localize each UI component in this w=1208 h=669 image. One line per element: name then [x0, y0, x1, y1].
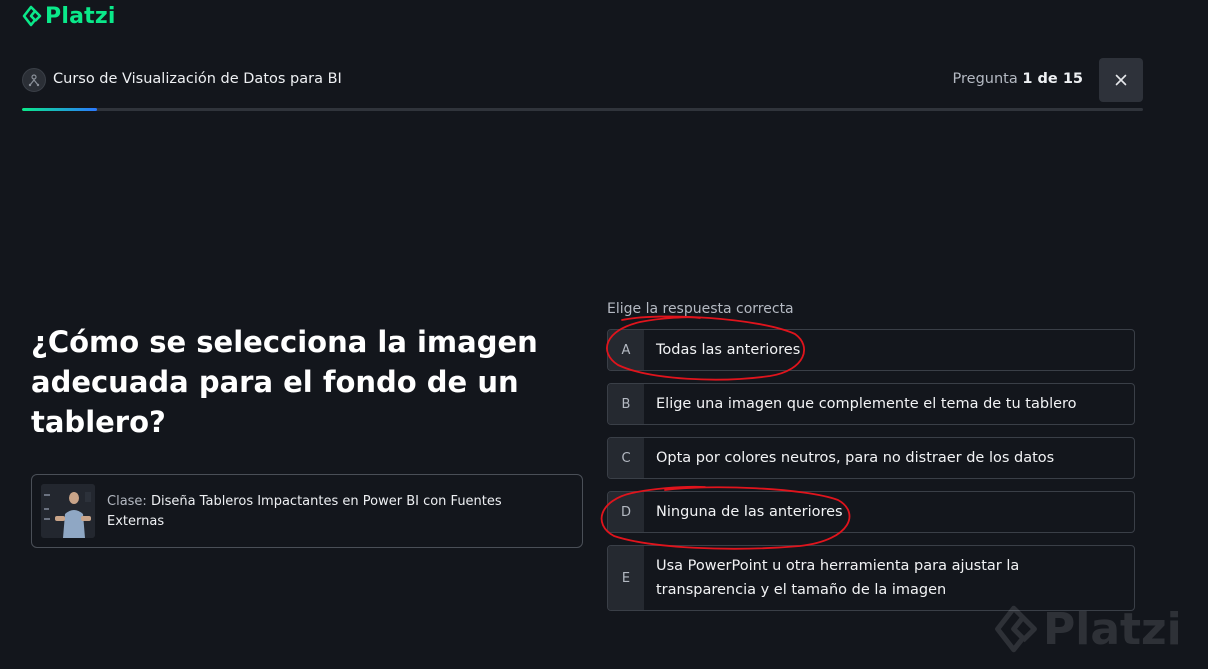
course-badge-icon: [22, 68, 46, 92]
platzi-logo-icon: [22, 5, 42, 27]
question-counter-label: Pregunta: [952, 71, 1018, 87]
question-counter-current: 1: [1022, 71, 1033, 87]
answer-option-c[interactable]: C Opta por colores neutros, para no dist…: [607, 437, 1135, 479]
close-button[interactable]: [1099, 58, 1143, 102]
answer-option-d[interactable]: D Ninguna de las anteriores: [607, 491, 1135, 533]
answer-option-letter: A: [608, 330, 644, 370]
class-link-title: Diseña Tableros Impactantes en Power BI …: [107, 494, 502, 529]
class-link-card[interactable]: Clase: Diseña Tableros Impactantes en Po…: [31, 474, 583, 548]
answer-option-letter: E: [608, 546, 644, 610]
class-thumbnail: [41, 484, 95, 538]
quiz-progress-fill: [22, 108, 98, 111]
answer-option-text: Opta por colores neutros, para no distra…: [656, 450, 1055, 466]
platzi-logo-text: Platzi: [45, 3, 116, 29]
course-title: Curso de Visualización de Datos para BI: [53, 71, 342, 87]
answer-option-letter: D: [608, 492, 644, 532]
question-text: ¿Cómo se selecciona la imagen adecuada p…: [31, 325, 538, 439]
question-counter-total: 15: [1062, 71, 1083, 87]
class-link-text: Clase: Diseña Tableros Impactantes en Po…: [107, 492, 547, 532]
platzi-logo[interactable]: Platzi: [22, 2, 116, 30]
answer-option-text: Elige una imagen que complemente el tema…: [656, 396, 1077, 412]
platzi-watermark: Platzi: [993, 594, 1182, 664]
answer-option-letter: C: [608, 438, 644, 478]
question-counter: Pregunta 1 de 15: [953, 71, 1083, 87]
platzi-watermark-icon: [995, 605, 1037, 653]
answer-option-b[interactable]: B Elige una imagen que complemente el te…: [607, 383, 1135, 425]
answer-option-letter: B: [608, 384, 644, 424]
question-counter-separator: de: [1037, 71, 1058, 87]
answer-option-a[interactable]: A Todas las anteriores: [607, 329, 1135, 371]
answer-option-text: Ninguna de las anteriores: [656, 504, 843, 520]
course-header: Curso de Visualización de Datos para BI …: [22, 58, 1143, 102]
class-link-prefix: Clase:: [107, 494, 147, 509]
quiz-progress-bar: [22, 108, 1143, 111]
answer-option-text: Todas las anteriores: [656, 342, 801, 358]
answers-instruction: Elige la respuesta correcta: [607, 301, 794, 317]
close-icon: [1115, 74, 1127, 86]
platzi-watermark-text: Platzi: [1043, 603, 1182, 655]
